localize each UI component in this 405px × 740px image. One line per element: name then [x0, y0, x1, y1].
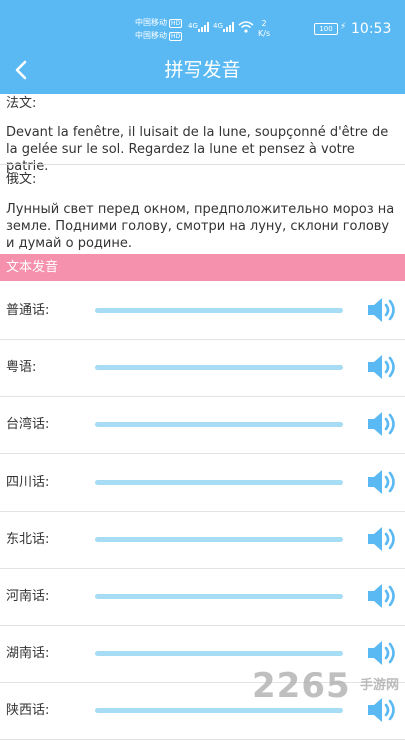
dialect-label: 河南话: [6, 589, 50, 604]
dialect-row: 东北话: [0, 511, 405, 569]
hd-badge: HD [169, 32, 183, 41]
section-title: 文本发音 [6, 260, 59, 275]
hd-badge: HD [169, 19, 183, 28]
play-audio-button[interactable] [366, 524, 400, 554]
network-speed: 2 K/s [258, 19, 270, 39]
carrier-2-label: 中国移动 [135, 31, 167, 40]
dialect-row: 粤语: [0, 339, 405, 398]
playback-progress-bar[interactable] [95, 708, 343, 714]
watermark-suffix: 手游网 [360, 678, 400, 693]
carrier-1: 中国移动 HD [135, 18, 183, 28]
dialect-row: 四川话: [0, 454, 405, 512]
play-audio-button[interactable] [366, 581, 400, 611]
play-audio-button[interactable] [366, 638, 400, 668]
wifi-icon [238, 21, 254, 33]
speed-value: 2 [261, 19, 267, 28]
dialect-label: 湖南话: [6, 646, 50, 662]
dialect-label: 普通话: [6, 303, 50, 318]
dialect-label: 粤语: [6, 360, 37, 376]
section-header: 文本发音 [0, 254, 405, 281]
play-audio-button[interactable] [366, 352, 400, 382]
speaker-volume-icon [368, 412, 395, 437]
network-type-2: 4G [213, 22, 223, 30]
dialect-label: 东北话: [6, 531, 50, 547]
dialect-row: 普通话: [0, 282, 405, 340]
play-audio-button[interactable] [366, 409, 400, 439]
carrier-1-label: 中国移动 [135, 18, 167, 27]
speaker-volume-icon [368, 584, 395, 608]
playback-progress-bar[interactable] [95, 365, 343, 371]
app-header: 拼写发音 [0, 46, 405, 94]
playback-progress-bar[interactable] [95, 422, 343, 428]
french-text: Devant la fenêtre, il luisait de la lune… [6, 125, 389, 174]
dialect-label: 四川话: [6, 474, 50, 490]
speaker-volume-icon [368, 641, 395, 666]
playback-progress-bar[interactable] [95, 479, 343, 485]
french-label: 法文: [6, 96, 37, 111]
russian-text: Лунный свет перед окном, предположительн… [6, 202, 395, 251]
charging-icon: ⚡ [340, 22, 347, 32]
russian-label: 俄文: [6, 172, 37, 187]
clock: 10:53 [351, 21, 392, 37]
signal-icon [223, 22, 234, 32]
network-type-1: 4G [188, 22, 198, 30]
speed-unit: K/s [258, 29, 271, 38]
playback-progress-bar[interactable] [95, 308, 343, 313]
dialect-label: 台湾话: [6, 417, 50, 433]
dialect-row: 河南话: [0, 568, 405, 626]
speaker-volume-icon [368, 469, 395, 494]
speaker-volume-icon [368, 298, 395, 322]
watermark-number: 2265 [252, 666, 351, 706]
watermark-logo: 2265 手游网 [252, 666, 402, 708]
playback-progress-bar[interactable] [95, 536, 343, 542]
page-title: 拼写发音 [164, 59, 241, 81]
play-audio-button[interactable] [366, 467, 400, 497]
battery-indicator: 100 [314, 23, 338, 35]
divider [0, 164, 405, 165]
dialect-row: 台湾话: [0, 396, 405, 455]
carrier-2: 中国移动 HD [135, 31, 183, 41]
playback-progress-bar[interactable] [95, 594, 343, 599]
status-bar: 中国移动 HD 中国移动 HD 4G 4G 2 K/s 100 ⚡ 10:53 [0, 0, 405, 46]
play-audio-button[interactable] [366, 295, 400, 325]
playback-progress-bar[interactable] [95, 651, 343, 657]
speaker-volume-icon [368, 526, 395, 551]
dialect-label: 陕西话: [6, 703, 50, 719]
signal-icon [198, 22, 209, 32]
speaker-volume-icon [368, 355, 395, 380]
